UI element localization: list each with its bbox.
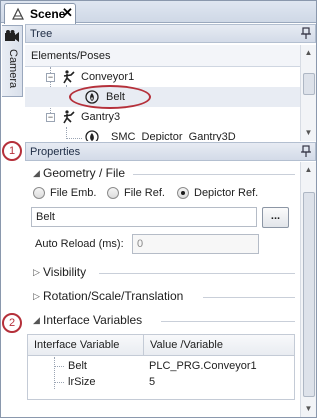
collapse-icon[interactable]: − xyxy=(46,73,55,82)
close-icon[interactable]: ✕ xyxy=(62,5,73,21)
collapse-icon[interactable]: − xyxy=(46,113,55,122)
tab-scene-label: Scene xyxy=(30,7,66,21)
properties-scrollbar[interactable]: ▲ ▼ xyxy=(300,162,316,417)
callout-badge-2: 2 xyxy=(2,313,22,333)
column-header-value-variable[interactable]: Value /Variable xyxy=(150,339,223,351)
collapse-arrow-icon[interactable]: ◢ xyxy=(33,168,40,179)
side-tab-camera[interactable]: Camera xyxy=(2,25,23,97)
tree-item-belt[interactable]: Belt xyxy=(25,87,300,107)
tree-scrollbar[interactable]: ▲ ▼ xyxy=(300,45,316,141)
browse-button[interactable]: ... xyxy=(262,207,289,228)
depictor-icon xyxy=(85,130,99,141)
depictor-value-field[interactable]: Belt xyxy=(31,207,257,227)
expand-arrow-icon[interactable]: ▷ xyxy=(33,291,40,302)
table-row[interactable]: lrSize 5 xyxy=(28,375,294,391)
kinematics-icon xyxy=(63,70,75,84)
kinematics-icon xyxy=(63,110,75,124)
scroll-up-icon[interactable]: ▲ xyxy=(301,162,316,178)
table-header: Interface Variable Value /Variable xyxy=(28,335,294,356)
section-divider xyxy=(133,174,295,175)
scroll-thumb[interactable] xyxy=(303,73,315,95)
radio-label: File Emb. xyxy=(50,187,97,199)
column-separator xyxy=(143,335,144,356)
section-geometry-file[interactable]: ◢ Geometry / File xyxy=(33,164,297,184)
interface-variables-table[interactable]: Interface Variable Value /Variable Belt … xyxy=(27,334,295,400)
camera-icon xyxy=(5,30,19,42)
radio-file-emb[interactable]: File Emb. xyxy=(33,186,103,202)
variable-value[interactable]: PLC_PRG.Conveyor1 xyxy=(149,360,257,372)
tree-panel-header: Tree xyxy=(25,24,316,43)
radio-file-ref[interactable]: File Ref. xyxy=(107,186,173,202)
section-rotation-scale-translation[interactable]: ▷ Rotation/Scale/Translation xyxy=(33,287,297,307)
callout-badge-1: 1 xyxy=(2,141,22,161)
section-visibility[interactable]: ▷ Visibility xyxy=(33,263,297,283)
scroll-thumb[interactable] xyxy=(303,192,315,397)
tree-item-smc-depictor[interactable]: SMC_Depictor_Gantry3D xyxy=(25,127,300,141)
section-geometry-title: Geometry / File xyxy=(43,166,126,180)
section-interface-title: Interface Variables xyxy=(43,313,143,327)
scene-window: Scene ✕ Camera Tree Elements/Poses − Con… xyxy=(0,0,317,418)
variable-value[interactable]: 5 xyxy=(149,376,155,388)
tree-view[interactable]: Elements/Poses − Conveyor1 Belt − Gantry… xyxy=(25,45,300,141)
auto-reload-value: 0 xyxy=(137,238,144,250)
scene-icon xyxy=(12,7,24,20)
tree-panel-title: Tree xyxy=(30,28,53,40)
belt-highlight-ellipse xyxy=(69,85,151,109)
radio-circle[interactable] xyxy=(107,187,119,199)
table-row[interactable]: Belt PLC_PRG.Conveyor1 xyxy=(28,359,294,375)
radio-label: Depictor Ref. xyxy=(194,187,259,199)
tree-item-gantry3[interactable]: − Gantry3 xyxy=(25,107,300,127)
tree-item-conveyor1[interactable]: − Conveyor1 xyxy=(25,67,300,87)
tree-item-label: SMC_Depictor_Gantry3D xyxy=(111,131,236,141)
properties-panel-title: Properties xyxy=(30,146,81,158)
pin-icon[interactable] xyxy=(300,145,312,158)
scroll-up-icon[interactable]: ▲ xyxy=(301,45,316,61)
camera-label: Camera xyxy=(7,49,19,89)
section-divider xyxy=(99,273,295,274)
section-visibility-title: Visibility xyxy=(43,265,87,279)
tree-item-label: Conveyor1 xyxy=(81,71,135,83)
depictor-value-text: Belt xyxy=(36,211,55,223)
pin-icon[interactable] xyxy=(300,27,312,40)
radio-depictor-ref[interactable]: Depictor Ref. xyxy=(177,186,273,202)
auto-reload-field[interactable]: 0 xyxy=(132,234,259,254)
section-interface-variables[interactable]: ◢ Interface Variables xyxy=(33,311,297,331)
column-header-interface-variable[interactable]: Interface Variable xyxy=(34,339,119,351)
scroll-down-icon[interactable]: ▼ xyxy=(301,401,316,417)
collapse-arrow-icon[interactable]: ◢ xyxy=(33,315,40,326)
variable-name: lrSize xyxy=(68,376,96,388)
section-rotation-title: Rotation/Scale/Translation xyxy=(43,289,184,303)
tree-item-label: Gantry3 xyxy=(81,111,121,123)
section-divider xyxy=(161,321,295,322)
radio-circle[interactable] xyxy=(33,187,45,199)
variable-name: Belt xyxy=(68,360,87,372)
auto-reload-label: Auto Reload (ms): xyxy=(35,238,124,250)
tree-column-header[interactable]: Elements/Poses xyxy=(25,45,300,67)
properties-panel-header: Properties xyxy=(25,142,316,161)
section-divider xyxy=(203,297,295,298)
scroll-down-icon[interactable]: ▼ xyxy=(301,125,316,141)
tree-column-header-label: Elements/Poses xyxy=(31,50,111,62)
tab-strip: Scene ✕ xyxy=(1,1,316,24)
radio-label: File Ref. xyxy=(124,187,165,199)
expand-arrow-icon[interactable]: ▷ xyxy=(33,267,40,278)
radio-circle-selected[interactable] xyxy=(177,187,189,199)
tab-scene[interactable]: Scene ✕ xyxy=(4,3,76,24)
